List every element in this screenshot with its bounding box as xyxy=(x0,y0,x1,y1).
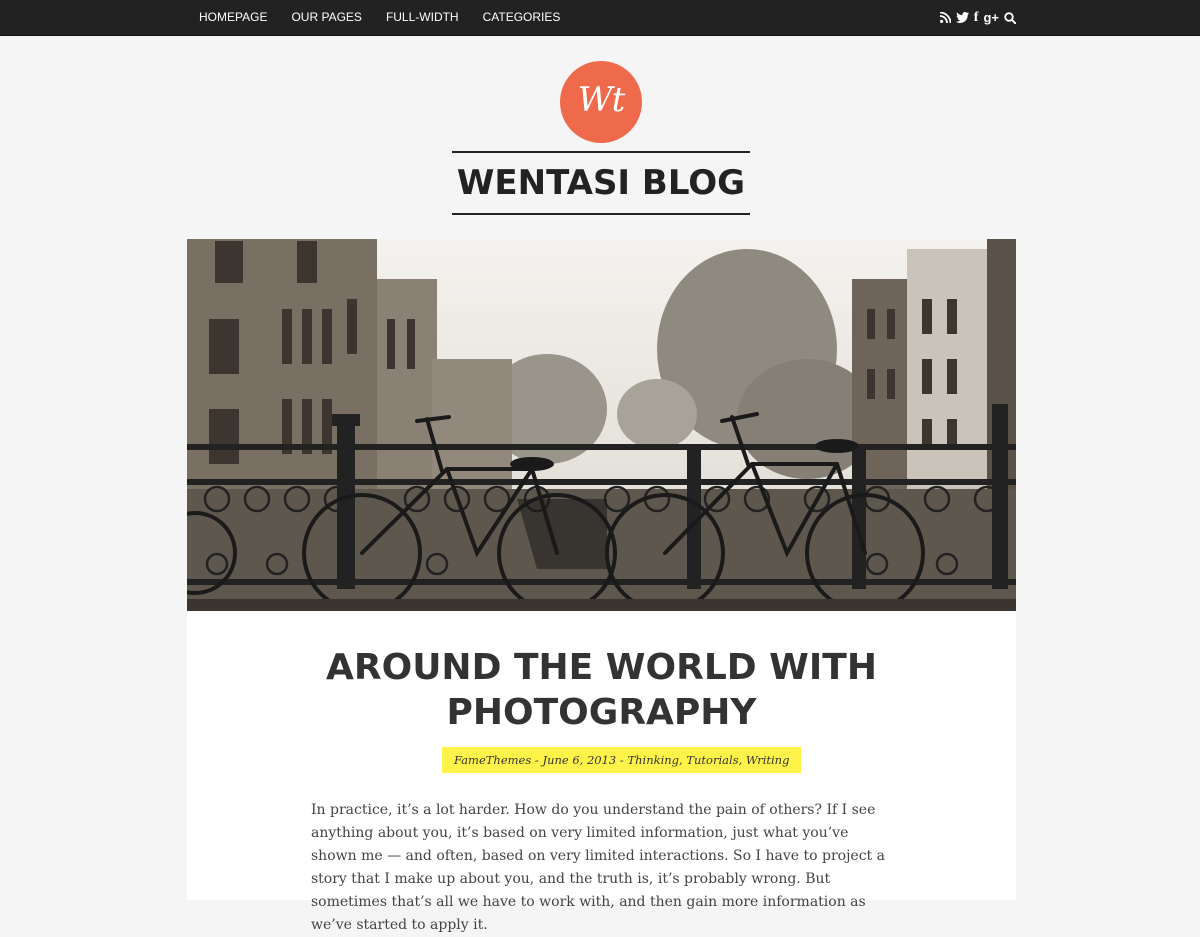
category-link-writing[interactable]: Writing xyxy=(746,753,790,767)
post-author-link[interactable]: FameThemes xyxy=(454,753,531,767)
category-link-tutorials[interactable]: Tutorials xyxy=(686,753,738,767)
twitter-icon[interactable] xyxy=(955,0,969,35)
logo-text: Wt xyxy=(577,80,626,120)
meta-separator: - xyxy=(616,753,628,767)
facebook-icon[interactable]: f xyxy=(974,0,979,35)
site-title-box: WENTASI BLOG xyxy=(452,151,750,215)
nav-item-homepage[interactable]: HOMEPAGE xyxy=(199,0,267,35)
site-title[interactable]: WENTASI BLOG xyxy=(457,163,745,203)
nav-item-categories[interactable]: CATEGORIES xyxy=(483,0,561,35)
meta-comma: , xyxy=(679,753,687,767)
search-icon[interactable] xyxy=(1004,0,1016,35)
featured-image[interactable] xyxy=(187,239,1016,611)
post-excerpt: In practice, it’s a lot harder. How do y… xyxy=(311,802,885,933)
rss-icon[interactable] xyxy=(939,0,951,35)
meta-separator: - xyxy=(531,753,543,767)
nav-item-our-pages[interactable]: OUR PAGES xyxy=(291,0,361,35)
top-navigation-bar: HOMEPAGE OUR PAGES FULL-WIDTH CATEGORIES… xyxy=(0,0,1200,36)
post-article: AROUND THE WORLD WITH PHOTOGRAPHY FameTh… xyxy=(187,611,1016,933)
post-meta: FameThemes - June 6, 2013 - Thinking , T… xyxy=(442,747,802,773)
post-date-link[interactable]: June 6, 2013 xyxy=(542,753,616,767)
post-title[interactable]: AROUND THE WORLD WITH PHOTOGRAPHY xyxy=(187,645,1016,735)
social-links: f g+ xyxy=(935,0,1016,35)
nav-item-full-width[interactable]: FULL-WIDTH xyxy=(386,0,459,35)
google-plus-icon[interactable]: g+ xyxy=(983,0,999,35)
category-link-thinking[interactable]: Thinking xyxy=(627,753,679,767)
site-logo[interactable]: Wt xyxy=(560,61,642,143)
meta-comma: , xyxy=(738,753,746,767)
main-menu: HOMEPAGE OUR PAGES FULL-WIDTH CATEGORIES xyxy=(199,0,584,35)
